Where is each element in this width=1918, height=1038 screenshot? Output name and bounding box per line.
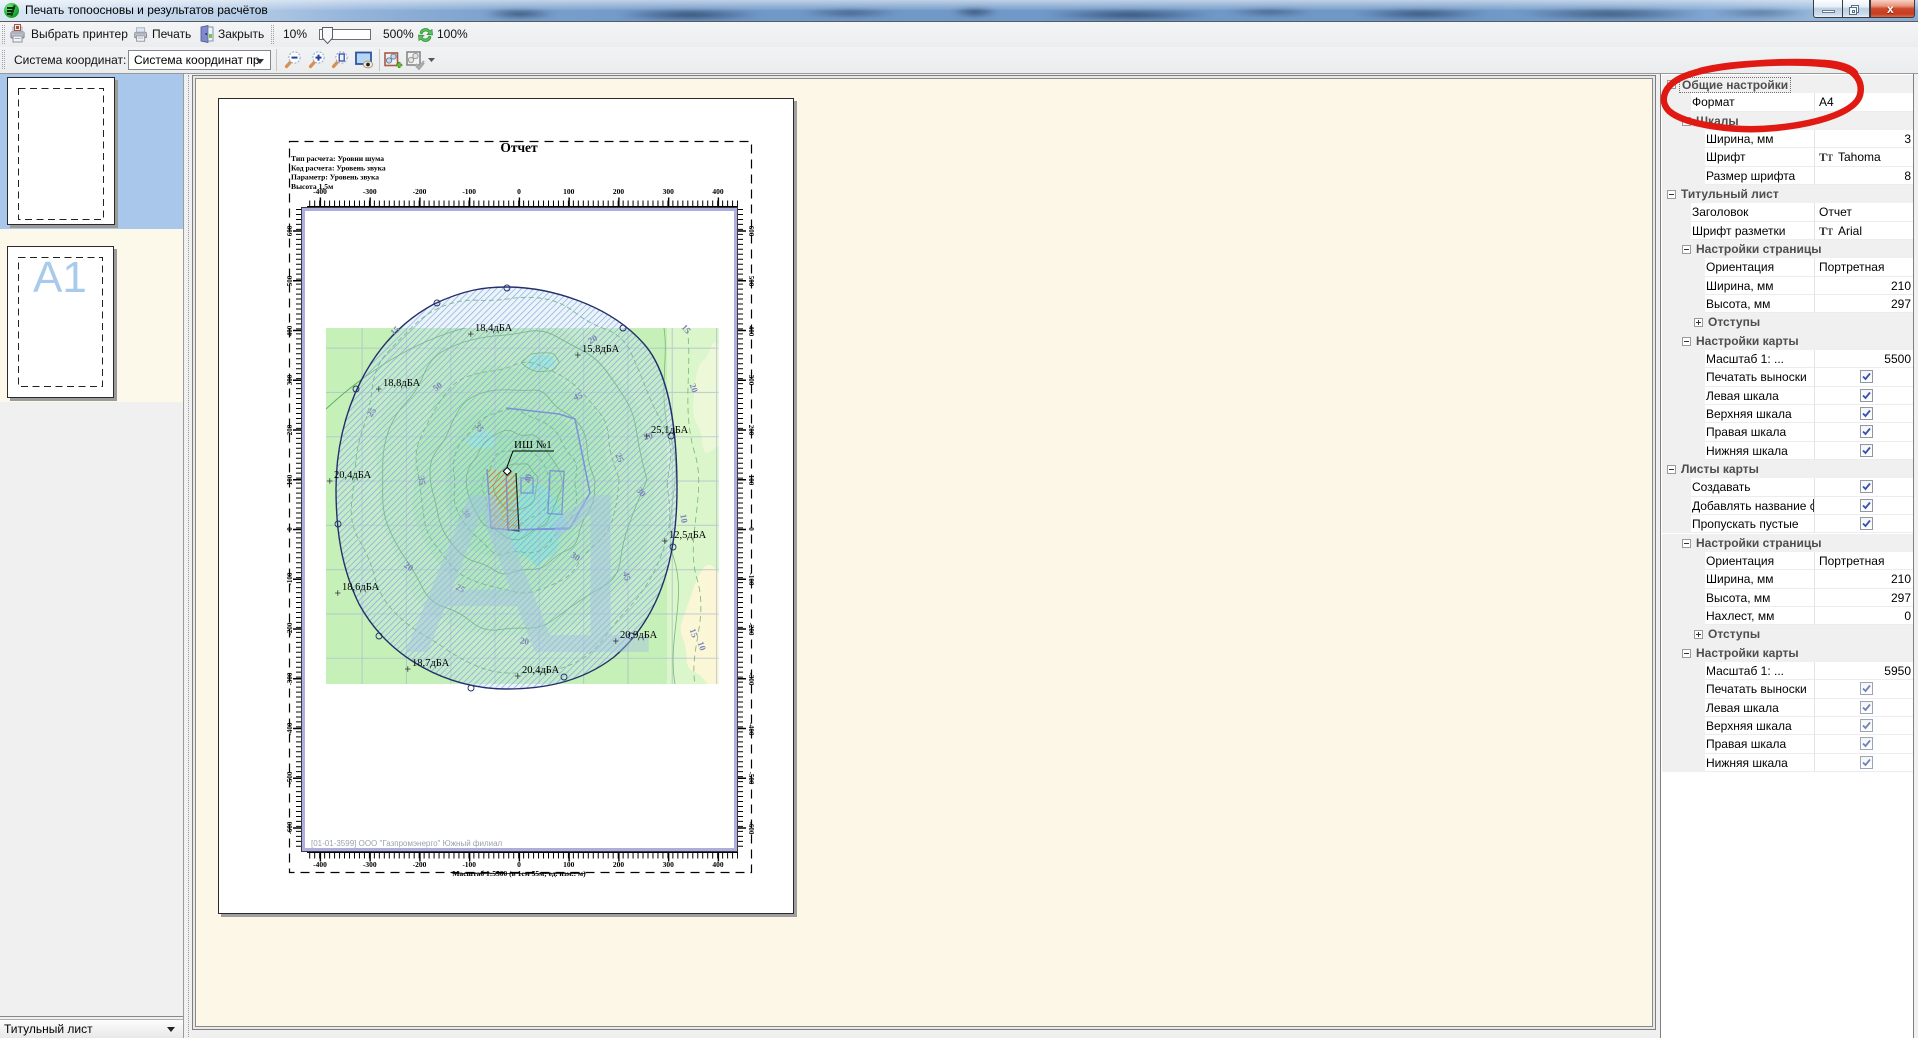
svg-text:20,4дБА: 20,4дБА <box>334 470 372 481</box>
svg-text:Высота 1,5м: Высота 1,5м <box>291 182 333 191</box>
svg-text:Параметр: Уровень звука: Параметр: Уровень звука <box>291 173 379 182</box>
svg-text:18,7дБА: 18,7дБА <box>412 658 450 669</box>
svg-text:500: 500 <box>286 275 294 286</box>
svg-text:100: 100 <box>563 187 575 196</box>
svg-text:0: 0 <box>747 527 755 531</box>
svg-text:0: 0 <box>517 187 521 196</box>
svg-text:-500: -500 <box>286 771 294 784</box>
svg-text:200: 200 <box>747 425 755 436</box>
svg-text:-300: -300 <box>286 672 294 685</box>
svg-text:200: 200 <box>613 187 625 196</box>
svg-text:12,5дБА: 12,5дБА <box>669 530 707 541</box>
svg-text:18,6дБА: 18,6дБА <box>342 582 380 593</box>
svg-text:300: 300 <box>663 187 675 196</box>
svg-text:Масштаб 1:5500 (в 1см 55м; ед.: Масштаб 1:5500 (в 1см 55м; ед. изм.: м) <box>452 869 586 878</box>
svg-text:18,4дБА: 18,4дБА <box>475 323 513 334</box>
svg-text:600: 600 <box>747 226 755 237</box>
svg-text:600: 600 <box>286 225 294 236</box>
svg-text:-600: -600 <box>747 822 755 835</box>
svg-text:-300: -300 <box>747 673 755 686</box>
svg-text:300: 300 <box>286 374 294 385</box>
svg-text:Код расчета: Уровень звука: Код расчета: Уровень звука <box>291 163 386 172</box>
svg-text:-400: -400 <box>313 187 327 196</box>
svg-text:20,9дБА: 20,9дБА <box>620 630 658 641</box>
svg-text:-100: -100 <box>286 572 294 585</box>
svg-text:0: 0 <box>286 527 294 531</box>
svg-text:[01-01-3599] ООО "Газпромэнерг: [01-01-3599] ООО "Газпромэнерго" Южный ф… <box>311 839 503 848</box>
svg-text:Тип расчета: Уровни шума: Тип расчета: Уровни шума <box>291 154 384 163</box>
svg-text:400: 400 <box>747 326 755 337</box>
svg-text:15,8дБА: 15,8дБА <box>582 344 620 355</box>
svg-text:Отчет: Отчет <box>500 140 538 155</box>
svg-text:100: 100 <box>747 475 755 486</box>
svg-text:300: 300 <box>747 375 755 386</box>
svg-text:-200: -200 <box>286 622 294 635</box>
svg-text:-500: -500 <box>747 772 755 785</box>
svg-text:400: 400 <box>712 187 724 196</box>
svg-text:18,8дБА: 18,8дБА <box>383 378 421 389</box>
svg-text:20,4дБА: 20,4дБА <box>522 665 560 676</box>
svg-text:-100: -100 <box>747 573 755 586</box>
svg-text:100: 100 <box>286 474 294 485</box>
svg-text:-200: -200 <box>747 623 755 636</box>
svg-text:-400: -400 <box>747 723 755 736</box>
svg-text:200: 200 <box>286 424 294 435</box>
svg-text:-600: -600 <box>286 821 294 834</box>
svg-text:400: 400 <box>286 325 294 336</box>
svg-text:-100: -100 <box>462 187 476 196</box>
svg-text:25,1дБА: 25,1дБА <box>651 425 689 436</box>
svg-text:500: 500 <box>747 276 755 287</box>
svg-text:-300: -300 <box>363 187 377 196</box>
svg-text:-400: -400 <box>286 722 294 735</box>
svg-text:-200: -200 <box>413 187 427 196</box>
